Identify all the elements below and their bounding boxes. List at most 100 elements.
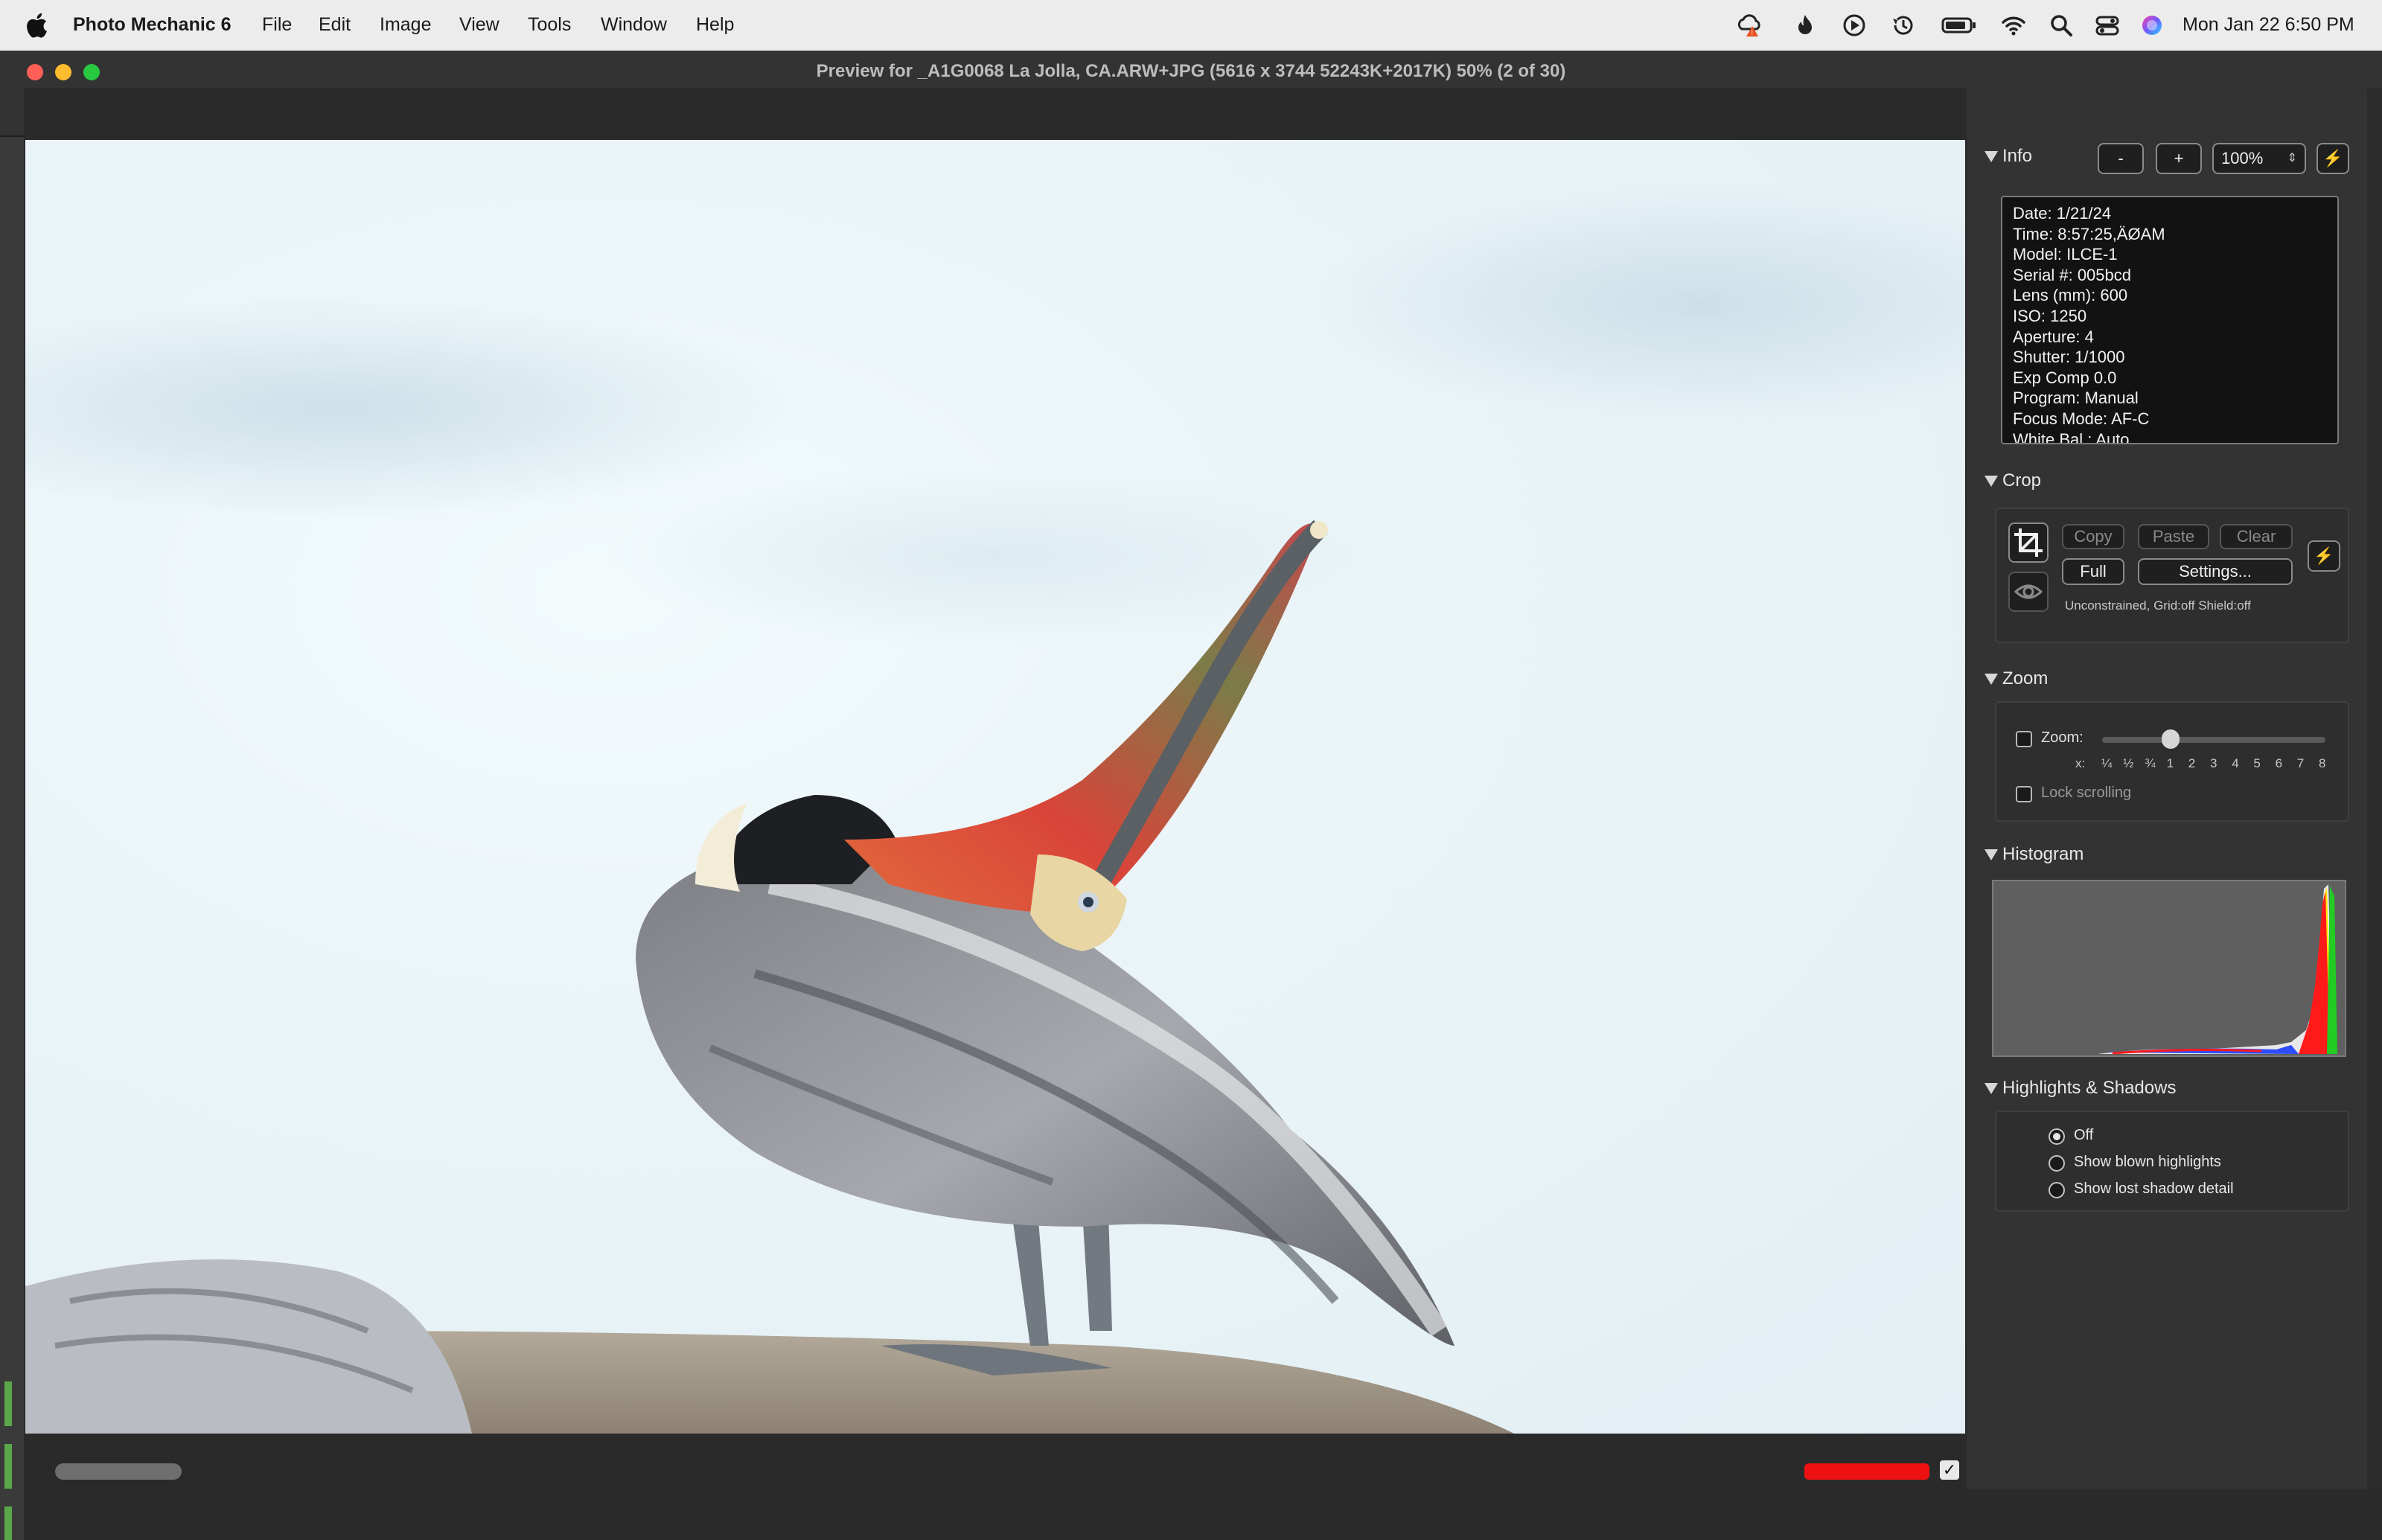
inspector-panel: Info - + 100% ⇕ ⚡ Date: 1/21/24 Time: 8:… — [1974, 88, 2367, 1489]
panel-splitter[interactable] — [1967, 88, 1974, 1489]
metadata-line: White Bal.: Auto — [2013, 429, 2130, 444]
panel-scrollbar[interactable] — [2367, 88, 2382, 1489]
battery-icon[interactable] — [1941, 13, 1977, 38]
highlights-section-header[interactable]: Highlights & Shadows — [1985, 1078, 2176, 1099]
menu-edit[interactable]: Edit — [319, 14, 351, 36]
zoom-tick-label: ¼ — [2101, 756, 2113, 770]
radio-blown-highlights[interactable] — [2049, 1155, 2065, 1172]
menu-view[interactable]: View — [459, 14, 499, 36]
metadata-line: Lens (mm): 600 — [2013, 286, 2128, 305]
zoom-tick-label: ¾ — [2145, 756, 2156, 770]
radio-lost-shadow[interactable] — [2049, 1182, 2065, 1198]
menu-window[interactable]: Window — [601, 14, 667, 36]
crop-lightning-icon[interactable]: ⚡ — [2308, 540, 2340, 572]
stepper-arrows-icon: ⇕ — [2287, 152, 2297, 164]
zoom-tick-label: 3 — [2210, 756, 2217, 770]
metadata-line: Shutter: 1/1000 — [2013, 348, 2125, 367]
zoom-section-title: Zoom — [2002, 668, 2049, 688]
metadata-line: Serial #: 005bcd — [2013, 265, 2131, 284]
lock-scrolling-label: Lock scrolling — [2041, 785, 2132, 801]
histogram-section-title: Histogram — [2002, 844, 2084, 864]
crop-status-text: Unconstrained, Grid:off Shield:off — [2065, 598, 2251, 613]
menu-image[interactable]: Image — [380, 14, 431, 36]
radio-off[interactable] — [2049, 1128, 2065, 1145]
zoom-slider-thumb[interactable] — [2161, 729, 2180, 749]
metadata-list[interactable]: Date: 1/21/24 Time: 8:57:25,ÄØAM Model: … — [2001, 196, 2339, 444]
radio-lost-shadow-label: Show lost shadow detail — [2074, 1180, 2234, 1197]
zoom-tick-label: 6 — [2275, 756, 2283, 770]
zoom-checkbox[interactable] — [2016, 731, 2032, 747]
zoom-tick-label: 1 — [2166, 756, 2174, 770]
preview-area: ✓ — [24, 88, 1967, 1489]
metadata-line: Program: Manual — [2013, 389, 2139, 408]
crop-paste-button[interactable]: Paste — [2138, 524, 2209, 549]
svg-text:!: ! — [1752, 29, 1754, 36]
color-class-label[interactable] — [1804, 1463, 1929, 1480]
crop-section-header[interactable]: Crop — [1985, 470, 2041, 491]
window-title: Preview for _A1G0068 La Jolla, CA.ARW+JP… — [816, 61, 1566, 81]
zoom-box: Zoom: ¼½¾123 45678 x: Lock scrolling — [1995, 701, 2349, 822]
crop-full-button[interactable]: Full — [2062, 558, 2124, 585]
disclosure-triangle-icon[interactable] — [1985, 150, 1998, 162]
flame-icon[interactable] — [1792, 13, 1818, 38]
crop-settings-button[interactable]: Settings... — [2138, 558, 2293, 585]
metadata-line: Time: 8:57:25,ÄØAM — [2013, 224, 2165, 243]
info-zoom-in-button[interactable]: + — [2156, 143, 2202, 174]
metadata-line: Date: 1/21/24 — [2013, 204, 2112, 223]
menu-help[interactable]: Help — [696, 14, 734, 36]
lightning-icon[interactable]: ⚡ — [2316, 143, 2349, 174]
info-section-title: Info — [2002, 146, 2033, 166]
radio-off-label: Off — [2074, 1127, 2094, 1143]
preview-photo[interactable] — [25, 140, 1965, 1434]
creative-cloud-icon[interactable]: ! — [1737, 13, 1763, 38]
crop-icon[interactable] — [2008, 523, 2049, 563]
disclosure-triangle-icon[interactable] — [1985, 673, 1998, 685]
wifi-icon[interactable] — [2001, 13, 2026, 38]
play-icon[interactable] — [1842, 13, 1867, 38]
zoom-tick-label: 5 — [2253, 756, 2261, 770]
radio-blown-highlights-label: Show blown highlights — [2074, 1154, 2221, 1170]
zoom-slider-track[interactable] — [2102, 737, 2325, 743]
app-name[interactable]: Photo Mechanic 6 — [73, 14, 232, 36]
histogram-section-header[interactable]: Histogram — [1985, 844, 2084, 865]
search-icon[interactable] — [2049, 13, 2074, 38]
crop-box: Copy Paste Clear Full Settings... ⚡ Unco… — [1995, 508, 2349, 643]
siri-icon[interactable] — [2139, 13, 2165, 38]
crop-section-title: Crop — [2002, 470, 2042, 491]
apple-icon[interactable] — [25, 12, 48, 39]
edge-marker — [4, 1381, 12, 1426]
metadata-line: Exp Comp 0.0 — [2013, 368, 2117, 387]
menu-tools[interactable]: Tools — [528, 14, 571, 36]
histogram-graph — [1992, 880, 2346, 1057]
disclosure-triangle-icon[interactable] — [1985, 1082, 1998, 1094]
disclosure-triangle-icon[interactable] — [1985, 849, 1998, 860]
info-zoom-select[interactable]: 100% ⇕ — [2212, 143, 2306, 174]
zoom-scale-prefix: x: — [2075, 756, 2086, 770]
zoom-section-header[interactable]: Zoom — [1985, 668, 2048, 689]
info-zoom-out-button[interactable]: - — [2098, 143, 2144, 174]
lock-scrolling-checkbox[interactable] — [2016, 786, 2032, 802]
highlights-section-title: Highlights & Shadows — [2002, 1078, 2177, 1098]
zoom-label: Zoom: — [2041, 729, 2084, 746]
disclosure-triangle-icon[interactable] — [1985, 475, 1998, 487]
info-section-header[interactable]: Info — [1985, 146, 2032, 167]
tagged-checkbox[interactable]: ✓ — [1940, 1460, 1959, 1480]
crop-copy-button[interactable]: Copy — [2062, 524, 2124, 549]
metadata-line: Aperture: 4 — [2013, 327, 2094, 346]
crop-shield-eye-icon[interactable] — [2008, 572, 2049, 612]
preview-status-bar: ✓ — [24, 1434, 1967, 1489]
zoom-tick-label: 4 — [2232, 756, 2239, 770]
edge-marker — [4, 1507, 12, 1540]
edge-marker — [4, 1444, 12, 1489]
crop-clear-button[interactable]: Clear — [2220, 524, 2293, 549]
highlights-box: Off Show blown highlights Show lost shad… — [1995, 1111, 2349, 1212]
time-machine-icon[interactable] — [1891, 13, 1916, 38]
control-center-icon[interactable] — [2095, 13, 2120, 38]
zoom-tick-label: ½ — [2123, 756, 2134, 770]
horizontal-scrollbar[interactable] — [55, 1463, 182, 1480]
zoom-tick-label: 2 — [2188, 756, 2196, 770]
histogram-plot — [2098, 884, 2337, 1055]
menubar-clock[interactable]: Mon Jan 22 6:50 PM — [2183, 14, 2354, 36]
metadata-line: ISO: 1250 — [2013, 306, 2087, 325]
menu-file[interactable]: File — [262, 14, 292, 36]
